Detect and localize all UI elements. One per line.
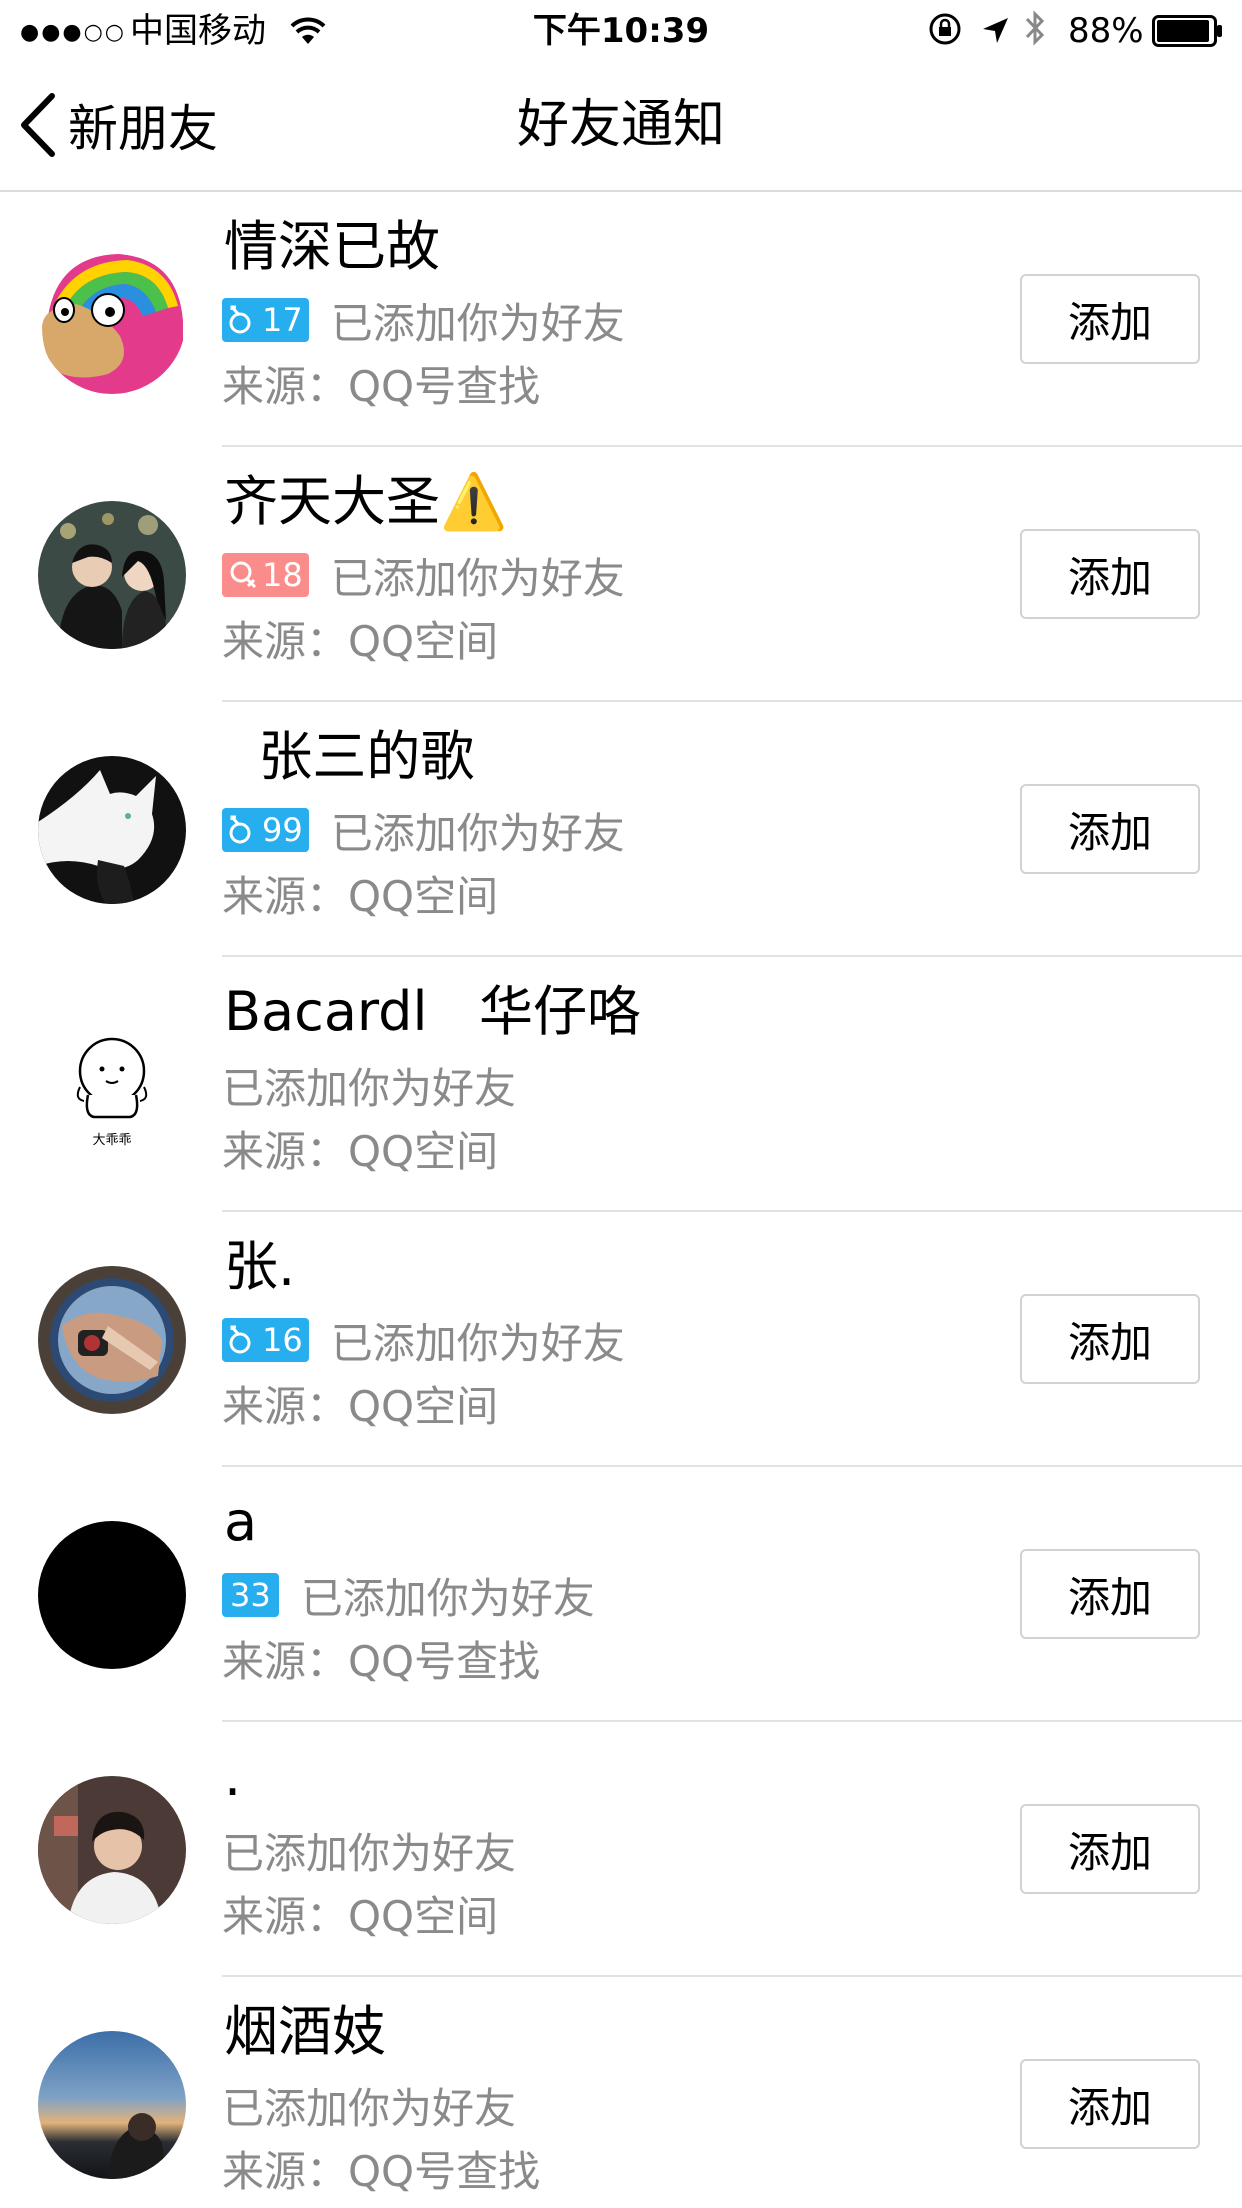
info-line: 16 已添加你为好友 bbox=[222, 1316, 625, 1368]
info-line: 已添加你为好友 bbox=[222, 1061, 516, 1113]
info-line: 18 已添加你为好友 bbox=[222, 551, 625, 603]
list-item[interactable]: 张三的歌 99 已添加你为好友 来源：QQ空间 添加 bbox=[0, 702, 1242, 957]
friend-name: a bbox=[224, 1490, 258, 1553]
friend-source: 来源：QQ空间 bbox=[222, 1382, 499, 1431]
friend-status: 已添加你为好友 bbox=[330, 808, 625, 858]
age-value: 16 bbox=[262, 1321, 303, 1359]
list-item[interactable]: a 33 已添加你为好友 来源：QQ号查找 添加 bbox=[0, 1467, 1242, 1722]
battery-percentage: 88% bbox=[1068, 11, 1144, 51]
list-item[interactable]: 烟酒妓 已添加你为好友 来源：QQ号查找 添加 bbox=[0, 1977, 1242, 2208]
list-item[interactable]: 大乖乖 Bacardl 华仔咯 已添加你为好友 来源：QQ空间 bbox=[0, 957, 1242, 1212]
add-button[interactable]: 添加 bbox=[1020, 274, 1200, 364]
friend-name: . bbox=[224, 1745, 242, 1808]
friend-name: 烟酒妓 bbox=[224, 2000, 386, 2063]
list-item[interactable]: 情深已故 17 已添加你为好友 来源：QQ号查找 添加 bbox=[0, 192, 1242, 447]
page-title: 好友通知 bbox=[516, 95, 725, 155]
photo-avatar[interactable] bbox=[38, 1266, 186, 1414]
status-bar: ●●●○○ 中国移动 下午10:39 88% bbox=[0, 0, 1242, 62]
location-arrow-icon bbox=[980, 14, 1010, 56]
add-button[interactable]: 添加 bbox=[1020, 1294, 1200, 1384]
friend-source: 来源：QQ空间 bbox=[222, 872, 499, 921]
boy-photo-avatar[interactable] bbox=[38, 1776, 186, 1924]
age-value: 99 bbox=[262, 811, 303, 849]
add-button[interactable]: 添加 bbox=[1020, 784, 1200, 874]
list-item[interactable]: 齐天大圣⚠️ 18 已添加你为好友 来源：QQ空间 添加 bbox=[0, 447, 1242, 702]
gender-age-badge: 18 bbox=[222, 553, 309, 597]
friend-status: 已添加你为好友 bbox=[300, 1573, 595, 1623]
friend-status: 已添加你为好友 bbox=[222, 1063, 517, 1113]
couple-photo-avatar[interactable] bbox=[38, 501, 186, 649]
friend-notification-list: 情深已故 17 已添加你为好友 来源：QQ号查找 添加 齐天大圣⚠️ 18 已添… bbox=[0, 192, 1242, 2208]
add-button[interactable]: 添加 bbox=[1020, 529, 1200, 619]
bluetooth-icon bbox=[1022, 8, 1048, 58]
friend-source: 来源：QQ空间 bbox=[222, 617, 499, 666]
friend-source: 来源：QQ号查找 bbox=[222, 362, 541, 411]
friend-name: 情深已故 bbox=[224, 215, 440, 278]
age-value: 33 bbox=[230, 1576, 271, 1614]
info-line: 已添加你为好友 bbox=[222, 1826, 516, 1878]
friend-status: 已添加你为好友 bbox=[330, 298, 625, 348]
add-button[interactable]: 添加 bbox=[1020, 2059, 1200, 2149]
avatar-caption: 大乖乖 bbox=[92, 1133, 132, 1148]
male-icon bbox=[229, 1325, 251, 1354]
friend-name: 张三的歌 bbox=[224, 725, 475, 788]
male-icon bbox=[229, 815, 251, 844]
friend-name: 齐天大圣⚠️ bbox=[224, 470, 508, 533]
add-button[interactable]: 添加 bbox=[1020, 1549, 1200, 1639]
white-cat-avatar[interactable] bbox=[38, 756, 186, 904]
friend-name: Bacardl 华仔咯 bbox=[224, 980, 641, 1043]
add-button[interactable]: 添加 bbox=[1020, 1804, 1200, 1894]
friend-status: 已添加你为好友 bbox=[330, 553, 625, 603]
friend-status: 已添加你为好友 bbox=[330, 1318, 625, 1368]
rotation-lock-icon bbox=[928, 12, 962, 56]
black-circle-avatar[interactable] bbox=[38, 1521, 186, 1669]
friend-status: 已添加你为好友 bbox=[222, 1828, 517, 1878]
rainbow-duck-avatar[interactable] bbox=[38, 246, 186, 394]
gender-age-badge: 17 bbox=[222, 298, 309, 342]
age-value: 17 bbox=[262, 301, 303, 339]
list-item[interactable]: 张. 16 已添加你为好友 来源：QQ空间 添加 bbox=[0, 1212, 1242, 1467]
friend-source: 来源：QQ号查找 bbox=[222, 2147, 541, 2196]
battery-icon bbox=[1152, 15, 1224, 47]
list-item[interactable]: . 已添加你为好友 来源：QQ空间 添加 bbox=[0, 1722, 1242, 1977]
sunset-photo-avatar[interactable] bbox=[38, 2031, 186, 2179]
info-line: 33 已添加你为好友 bbox=[222, 1571, 595, 1623]
clock-time: 下午10:39 bbox=[532, 11, 710, 51]
info-line: 99 已添加你为好友 bbox=[222, 806, 625, 858]
info-line: 已添加你为好友 bbox=[222, 2081, 516, 2133]
navigation-bar: 新朋友 好友通知 bbox=[0, 62, 1242, 192]
friend-source: 来源：QQ空间 bbox=[222, 1127, 499, 1176]
gender-age-badge: 99 bbox=[222, 808, 309, 852]
female-icon bbox=[230, 561, 257, 589]
age-value: 18 bbox=[262, 556, 303, 594]
cartoon-doll-avatar[interactable]: 大乖乖 bbox=[38, 1011, 186, 1159]
age-badge: 33 bbox=[222, 1573, 279, 1617]
info-line: 17 已添加你为好友 bbox=[222, 296, 625, 348]
gender-age-badge: 16 bbox=[222, 1318, 309, 1362]
friend-name: 张. bbox=[224, 1235, 296, 1298]
friend-source: 来源：QQ空间 bbox=[222, 1892, 499, 1941]
friend-source: 来源：QQ号查找 bbox=[222, 1637, 541, 1686]
friend-status: 已添加你为好友 bbox=[222, 2083, 517, 2133]
male-icon bbox=[229, 305, 251, 334]
